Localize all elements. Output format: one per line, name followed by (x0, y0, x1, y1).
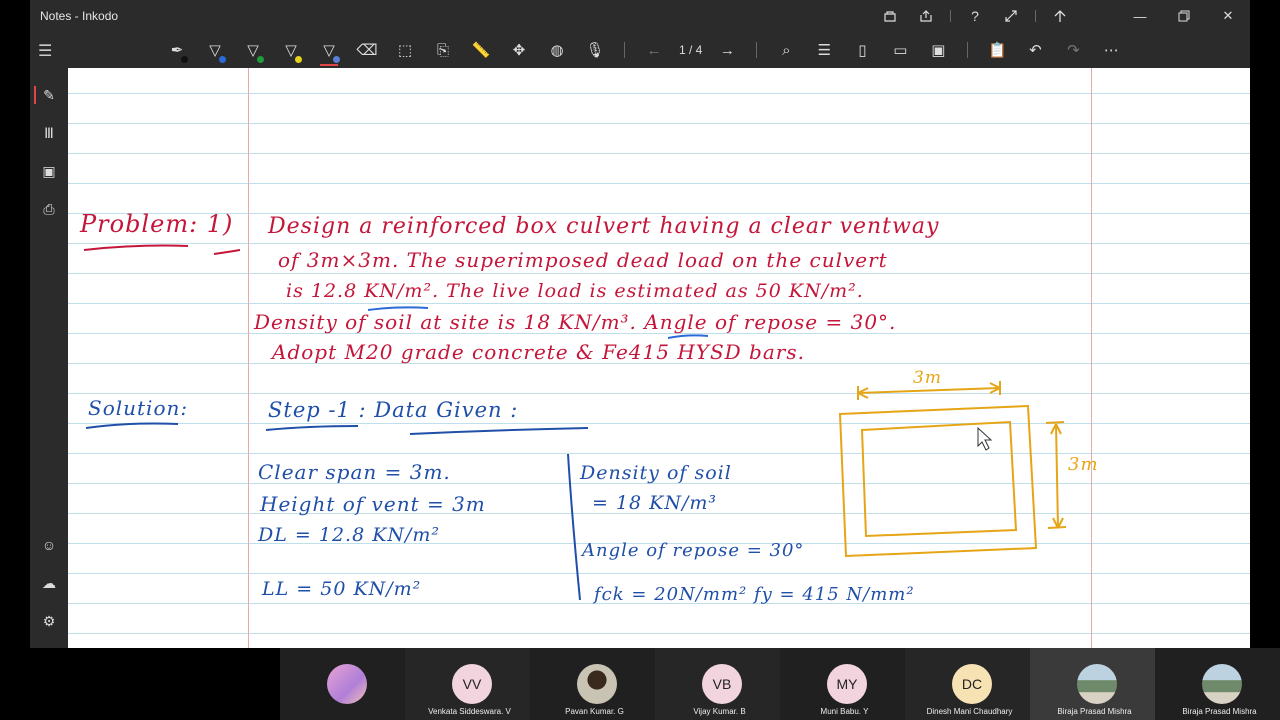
title-separator (950, 10, 951, 22)
avatar (1077, 664, 1117, 704)
more-icon[interactable]: ⋯ (1092, 32, 1130, 68)
settings-gear-icon[interactable]: ⚙ (30, 603, 68, 639)
lasso-select-icon[interactable]: ⬚ (386, 32, 424, 68)
side-rail: ✎ Ⅲ ▣ ⎙ ☺ ☁ ⚙ (30, 68, 68, 648)
avatar (577, 664, 617, 704)
share-icon[interactable] (908, 0, 944, 32)
attach-icon[interactable]: ⎘ (424, 32, 462, 68)
media-icon[interactable]: ▣ (30, 153, 68, 189)
minimize-icon[interactable]: — (1118, 0, 1162, 32)
clipboard-icon[interactable]: 📋 (978, 32, 1016, 68)
pen-black-icon[interactable]: ✒ (158, 32, 196, 68)
palette-icon[interactable]: ◍ (538, 32, 576, 68)
close-icon[interactable]: ✕ (1206, 0, 1250, 32)
open-folder-icon[interactable]: ▭ (881, 32, 919, 68)
note-canvas[interactable]: Problem: 1) Design a reinforced box culv… (68, 68, 1250, 648)
toolbar-separator-2 (756, 42, 758, 58)
highlighter-yellow-icon[interactable]: ▽ (272, 32, 310, 68)
participant-tile[interactable]: Biraja Prasad Mishra (1155, 648, 1280, 720)
pen-green-icon[interactable]: ▽ (234, 32, 272, 68)
avatar (327, 664, 367, 704)
menu-icon[interactable]: ☰ (38, 41, 58, 60)
draw-mode-icon[interactable]: ✎ (30, 77, 68, 113)
participant-tile[interactable]: DC Dinesh Mani Chaudhary (905, 648, 1030, 720)
prev-page-icon[interactable]: ← (635, 32, 673, 68)
fullscreen-icon[interactable] (993, 0, 1029, 32)
participant-name: Muni Babu. Y (820, 707, 869, 716)
pen-blue-icon[interactable]: ▽ (196, 32, 234, 68)
microphone-icon[interactable]: 🎙 (576, 32, 614, 68)
participant-tile[interactable]: VV Venkata Siddeswara. V (405, 648, 530, 720)
tool-group: ✒ ▽ ▽ ▽ ▽ ⌫ ⬚ ⎘ 📏 ✥ ◍ 🎙 ← 1 / 4 → ⌕ ☰ ▯ … (158, 32, 1130, 68)
library-icon[interactable]: Ⅲ (30, 115, 68, 151)
window-title: Notes - Inkodo (40, 9, 119, 23)
ink-strokes (83, 244, 1067, 601)
zoom-icon[interactable]: ⌕ (767, 32, 805, 68)
ruler-icon[interactable]: 📏 (462, 32, 500, 68)
participant-name: Biraja Prasad Mishra (1057, 707, 1132, 716)
toolbar-separator (624, 42, 625, 58)
participant-name: Pavan Kumar. G (565, 707, 624, 716)
save-icon[interactable]: ▣ (919, 32, 957, 68)
store-icon[interactable] (872, 0, 908, 32)
move-icon[interactable]: ✥ (500, 32, 538, 68)
next-page-icon[interactable]: → (708, 32, 746, 68)
help-icon[interactable]: ? (957, 0, 993, 32)
settings-sliders-icon[interactable]: ☰ (805, 32, 843, 68)
avatar: VV (452, 664, 492, 704)
participant-tile[interactable]: Pavan Kumar. G (530, 648, 655, 720)
toolbar-separator-3 (967, 42, 969, 58)
avatar: VB (702, 664, 742, 704)
participant-tile[interactable]: Biraja Prasad Mishra (1030, 648, 1155, 720)
restore-icon[interactable] (1162, 0, 1206, 32)
cloud-icon[interactable]: ☁ (30, 565, 68, 601)
clipboard-rail-icon[interactable]: ⎙ (30, 191, 68, 227)
eraser-icon[interactable]: ⌫ (348, 32, 386, 68)
undo-icon[interactable]: ↶ (1016, 32, 1054, 68)
participant-tile[interactable] (280, 648, 405, 720)
participant-name: Vijay Kumar. B (693, 707, 746, 716)
title-bar-actions: ? — ✕ (872, 0, 1250, 32)
title-separator-2 (1035, 10, 1036, 22)
app-window: Notes - Inkodo ? — ✕ ☰ ✒ ▽ ▽ ▽ ▽ ⌫ ⬚ ⎘ 📏… (0, 0, 1280, 720)
avatar: DC (952, 664, 992, 704)
participant-name: Venkata Siddeswara. V (428, 707, 511, 716)
avatar: MY (827, 664, 867, 704)
ink-toolbar: ☰ ✒ ▽ ▽ ▽ ▽ ⌫ ⬚ ⎘ 📏 ✥ ◍ 🎙 ← 1 / 4 → ⌕ ☰ … (30, 32, 1250, 68)
redo-icon[interactable]: ↷ (1054, 32, 1092, 68)
participant-tile[interactable]: MY Muni Babu. Y (780, 648, 905, 720)
participant-tile[interactable]: VB Vijay Kumar. B (655, 648, 780, 720)
participant-name: Biraja Prasad Mishra (1182, 707, 1257, 716)
participants-strip: VV Venkata Siddeswara. V Pavan Kumar. G … (280, 648, 1280, 720)
new-page-icon[interactable]: ▯ (843, 32, 881, 68)
pen-active-icon[interactable]: ▽ (310, 32, 348, 68)
feedback-icon[interactable]: ☺ (30, 527, 68, 563)
page-indicator: 1 / 4 (679, 43, 703, 57)
participant-name: Dinesh Mani Chaudhary (926, 707, 1013, 716)
title-bar: Notes - Inkodo ? — ✕ (30, 0, 1250, 32)
avatar (1202, 664, 1242, 704)
arrow-up-icon[interactable] (1042, 0, 1078, 32)
